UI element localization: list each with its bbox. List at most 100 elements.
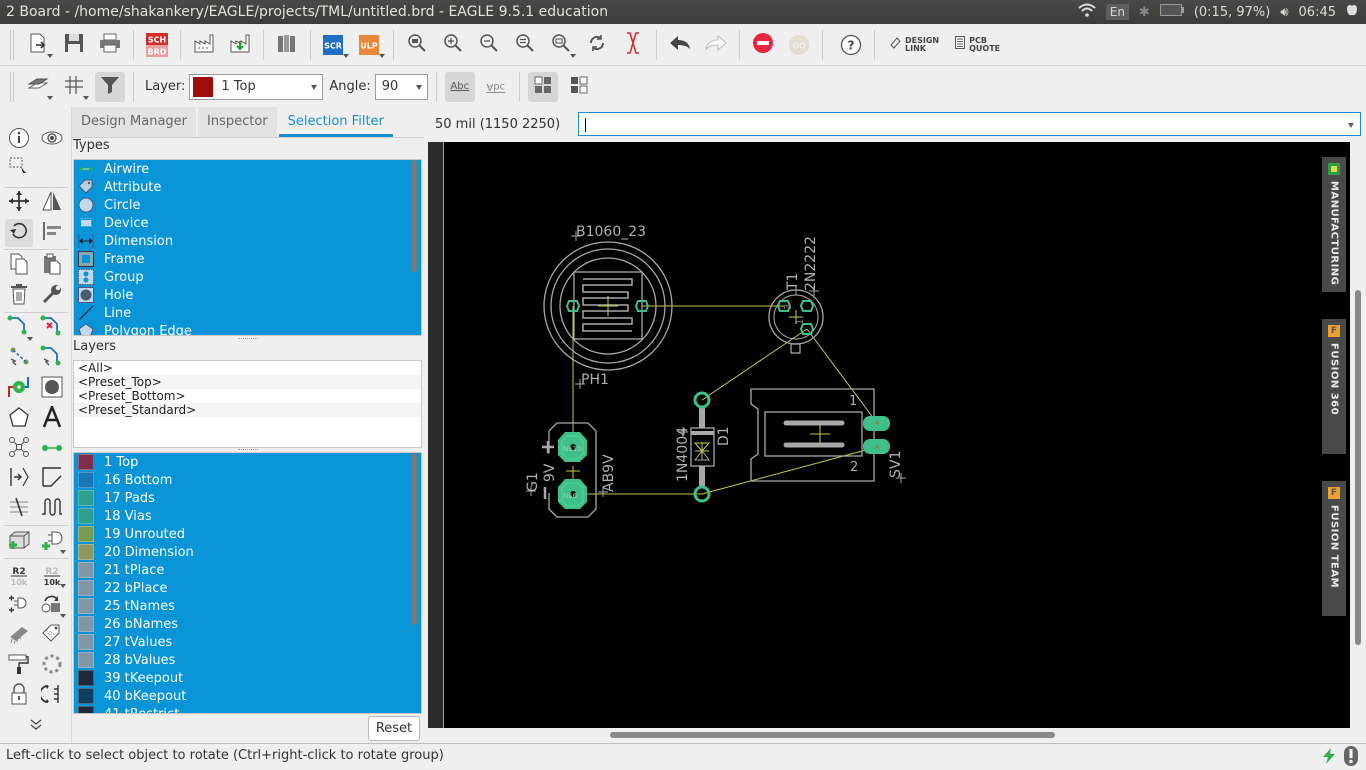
zoom-previous-button[interactable]: [510, 30, 540, 60]
ripup-button[interactable]: [38, 315, 66, 343]
zoom-in-button[interactable]: [438, 30, 468, 60]
hole-button[interactable]: [38, 375, 66, 403]
paint-roller-button[interactable]: [5, 652, 33, 680]
cam-processor-button[interactable]: [189, 30, 219, 60]
type-filter-item[interactable]: Polygon Edge: [74, 322, 421, 335]
signal-button[interactable]: [5, 435, 33, 463]
go-button[interactable]: GO: [784, 30, 814, 60]
layer-filter-item[interactable]: 18 Vias: [74, 507, 421, 525]
layer-preset-item[interactable]: <All>: [74, 361, 421, 375]
move-button[interactable]: [5, 189, 33, 217]
layout-grid-button[interactable]: [527, 71, 558, 102]
pin-swap-button[interactable]: [5, 465, 33, 493]
selection-filter-button[interactable]: [95, 71, 125, 102]
run-script-button[interactable]: SCR: [319, 30, 349, 60]
value-button[interactable]: R2 10k: [38, 562, 66, 590]
layer-filter-item[interactable]: 16 Bottom: [74, 471, 421, 489]
chevron-down-icon[interactable]: [1348, 123, 1354, 128]
type-filter-item[interactable]: Airwire: [74, 160, 421, 178]
type-filter-item[interactable]: Circle: [74, 196, 421, 214]
type-filter-item[interactable]: Hole: [74, 286, 421, 304]
types-list-scrollbar[interactable]: [411, 160, 417, 272]
clock[interactable]: 06:45: [1299, 5, 1336, 20]
layer-filter-item[interactable]: 19 Unrouted: [74, 525, 421, 543]
type-filter-item[interactable]: Group: [74, 268, 421, 286]
add-part-button[interactable]: [38, 528, 66, 556]
pcb-quote-button[interactable]: PCB QUOTE: [955, 36, 1000, 53]
side-tab-fusion-team[interactable]: F FUSION TEAM: [1322, 481, 1346, 616]
tab-inspector[interactable]: Inspector: [198, 107, 277, 137]
tab-selection-filter[interactable]: Selection Filter: [278, 107, 393, 137]
text-mirror-button[interactable]: Abc: [481, 72, 511, 102]
reset-button[interactable]: Reset: [368, 716, 420, 741]
show-button[interactable]: [38, 126, 66, 154]
layer-preset-item[interactable]: <Preset_Bottom>: [74, 389, 421, 403]
design-link-button[interactable]: DESIGN LINK: [890, 36, 939, 54]
miter-button[interactable]: [38, 465, 66, 493]
rotate-button[interactable]: [5, 219, 33, 247]
via-button[interactable]: [5, 375, 33, 403]
info-button[interactable]: [5, 126, 33, 154]
save-button[interactable]: [59, 30, 89, 60]
command-input[interactable]: [578, 112, 1361, 136]
gate-swap-button[interactable]: [5, 592, 33, 620]
layer-filter-item[interactable]: 21 tPlace: [74, 561, 421, 579]
layer-filter-item[interactable]: 1 Top: [74, 453, 421, 471]
group-select-button[interactable]: [5, 155, 33, 183]
layer-presets-list[interactable]: <All> <Preset_Top> <Preset_Bottom> <Preset_…: [73, 360, 422, 448]
delete-button[interactable]: [5, 282, 33, 310]
system-menu-icon[interactable]: [1346, 3, 1358, 21]
canvas-vertical-scrollbar[interactable]: [1355, 290, 1361, 645]
side-tab-fusion-360[interactable]: F FUSION 360: [1322, 319, 1346, 454]
lock-button[interactable]: [5, 682, 33, 710]
stop-button[interactable]: [748, 30, 778, 60]
replace-button[interactable]: [38, 592, 66, 620]
autoroute-button[interactable]: [38, 345, 66, 373]
layers-list[interactable]: 1 Top 16 Bottom 17 Pads 18 Vias 19 Unrouted 2…: [73, 452, 422, 714]
layer-filter-item[interactable]: 39 tKeepout: [74, 669, 421, 687]
layers-list-scrollbar[interactable]: [411, 453, 417, 625]
dru-ring-button[interactable]: [38, 652, 66, 680]
toolbar-grip[interactable]: [10, 29, 14, 60]
help-button[interactable]: ?: [836, 30, 866, 60]
library-button[interactable]: [272, 30, 302, 60]
type-filter-item[interactable]: Line: [74, 304, 421, 322]
header-sv1[interactable]: 1 2 SV1: [750, 388, 906, 483]
zoom-out-button[interactable]: [474, 30, 504, 60]
copy-button[interactable]: [5, 252, 33, 280]
tab-design-manager[interactable]: Design Manager: [72, 107, 196, 137]
redo-button[interactable]: [701, 30, 731, 60]
battery-status[interactable]: (0:15, 97%): [1194, 5, 1271, 20]
change-button[interactable]: [38, 282, 66, 310]
layer-filter-item[interactable]: 27 tValues: [74, 633, 421, 651]
bluetooth-icon[interactable]: ✱: [1139, 5, 1150, 20]
zoom-fit-button[interactable]: [402, 30, 432, 60]
battery-icon[interactable]: [1159, 4, 1184, 20]
print-button[interactable]: [95, 30, 125, 60]
layer-filter-item[interactable]: 22 bPlace: [74, 579, 421, 597]
zoom-select-button[interactable]: [546, 30, 576, 60]
splitter-handle[interactable]: [238, 338, 258, 341]
diode-d1[interactable]: 1N4004 D1: [675, 391, 732, 503]
split-button[interactable]: [5, 495, 33, 523]
layer-preset-item[interactable]: <Preset_Top>: [74, 375, 421, 389]
paste-button[interactable]: [38, 252, 66, 280]
layer-select[interactable]: 1 Top: [189, 73, 324, 100]
type-filter-item[interactable]: Device: [74, 214, 421, 232]
layer-settings-button[interactable]: [23, 72, 53, 102]
volume-icon[interactable]: 🔊︎: [1280, 5, 1288, 20]
lightning-icon[interactable]: [1320, 747, 1338, 769]
wifi-icon[interactable]: [1078, 3, 1096, 21]
text-upright-button[interactable]: Abc: [444, 71, 475, 102]
warning-icon[interactable]: [1344, 746, 1358, 770]
layer-filter-item[interactable]: 41 tRestrict: [74, 705, 421, 713]
name-button[interactable]: R2 10k: [5, 562, 33, 590]
layer-filter-item[interactable]: 26 bNames: [74, 615, 421, 633]
swap-connector-button[interactable]: [38, 682, 66, 710]
board-canvas[interactable]: B1060_23 PH1 3 1 T1 2N2222 N$10 N$6 AB9V…: [443, 142, 1350, 728]
align-button[interactable]: [38, 219, 66, 247]
airwire-button[interactable]: [38, 435, 66, 463]
redraw-button[interactable]: [582, 30, 612, 60]
type-filter-item[interactable]: Frame: [74, 250, 421, 268]
keyboard-layout-indicator[interactable]: En: [1105, 4, 1129, 20]
